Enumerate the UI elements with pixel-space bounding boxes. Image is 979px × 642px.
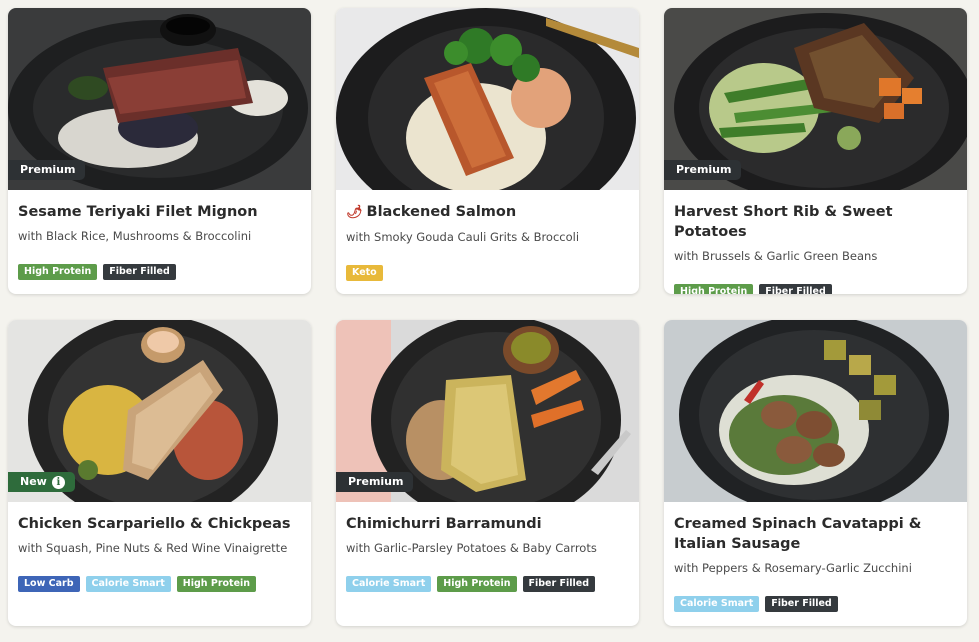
flag-label: Premium	[348, 475, 404, 488]
tag-keto: Keto	[346, 265, 383, 281]
tag-calorie-smart: Calorie Smart	[674, 596, 760, 612]
meal-title[interactable]: Chimichurri Barramundi	[346, 514, 629, 534]
meal-subtitle: with Peppers & Rosemary-Garlic Zucchini	[674, 561, 912, 575]
flag-label: Premium	[20, 163, 76, 176]
tag-high-protein: High Protein	[18, 264, 98, 280]
meal-card[interactable]: Creamed Spinach Cavatappi & Italian Saus…	[664, 320, 967, 626]
meal-photo	[664, 320, 967, 502]
meal-title-text: Blackened Salmon	[366, 204, 517, 220]
tag-fiber-filled: Fiber Filled	[103, 264, 176, 280]
meal-card[interactable]: Premium Sesame Teriyaki Filet Mignon wit…	[8, 8, 311, 294]
tag-calorie-smart: Calorie Smart	[346, 576, 432, 592]
tag-fiber-filled: Fiber Filled	[765, 596, 838, 612]
tag-list: Low Carb Calorie Smart High Protein	[18, 576, 301, 592]
meal-subtitle: with Black Rice, Mushrooms & Broccolini	[18, 229, 252, 243]
meal-title[interactable]: Sesame Teriyaki Filet Mignon	[18, 202, 301, 222]
info-icon[interactable]: i	[51, 475, 65, 489]
meal-card[interactable]: Premium Harvest Short Rib & Sweet Potato…	[664, 8, 967, 294]
chili-pepper-icon: 🌶	[346, 205, 363, 220]
tag-list: Keto	[346, 265, 629, 281]
meal-photo: Premium	[664, 8, 967, 190]
premium-flag: Premium	[664, 160, 742, 180]
meal-subtitle: with Smoky Gouda Cauli Grits & Broccoli	[346, 230, 580, 244]
meal-title[interactable]: Harvest Short Rib & Sweet Potatoes	[674, 202, 957, 242]
new-flag[interactable]: New i	[8, 472, 75, 492]
meal-title[interactable]: Chicken Scarpariello & Chickpeas	[18, 514, 301, 534]
tag-calorie-smart: Calorie Smart	[85, 576, 171, 592]
meal-card[interactable]: 🌶 Blackened Salmon with Smoky Gouda Cauli…	[336, 8, 639, 294]
meal-photo: New i	[8, 320, 311, 502]
tag-high-protein: High Protein	[674, 284, 754, 294]
meal-subtitle: with Garlic-Parsley Potatoes & Baby Carr…	[346, 541, 597, 555]
premium-flag: Premium	[8, 160, 86, 180]
tag-fiber-filled: Fiber Filled	[522, 576, 595, 592]
meal-photo: Premium	[336, 320, 639, 502]
meal-card[interactable]: Premium Chimichurri Barramundi with Garl…	[336, 320, 639, 626]
meal-title[interactable]: Creamed Spinach Cavatappi & Italian Saus…	[674, 514, 957, 554]
flag-label: Premium	[676, 163, 732, 176]
meal-title[interactable]: 🌶 Blackened Salmon	[346, 202, 629, 223]
tag-low-carb: Low Carb	[18, 576, 80, 592]
tag-list: High Protein Fiber Filled	[18, 264, 301, 280]
tag-high-protein: High Protein	[176, 576, 257, 592]
tag-list: Calorie Smart Fiber Filled	[674, 596, 957, 612]
flag-label: New	[20, 475, 47, 488]
tag-list: Calorie Smart High Protein Fiber Filled	[346, 576, 629, 592]
premium-flag: Premium	[336, 472, 414, 492]
meal-card[interactable]: New i Chicken Scarpariello & Chickpeas w…	[8, 320, 311, 626]
tag-fiber-filled: Fiber Filled	[759, 284, 832, 294]
meal-subtitle: with Brussels & Garlic Green Beans	[674, 249, 878, 263]
tag-high-protein: High Protein	[437, 576, 517, 592]
meal-subtitle: with Squash, Pine Nuts & Red Wine Vinaig…	[18, 541, 288, 555]
meal-photo: Premium	[8, 8, 311, 190]
tag-list: High Protein Fiber Filled	[674, 284, 957, 294]
meal-photo	[336, 8, 639, 190]
